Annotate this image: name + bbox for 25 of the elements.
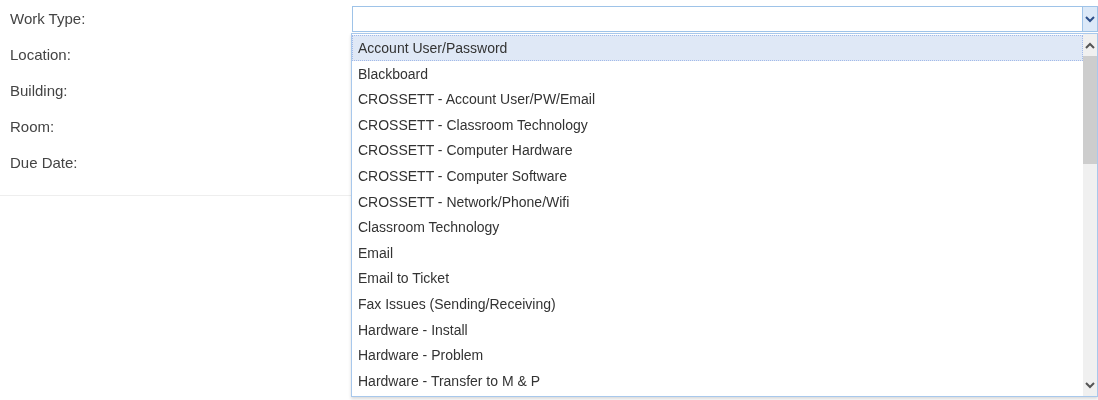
scroll-up-icon[interactable] <box>1085 41 1095 49</box>
dropdown-option[interactable]: Hardware - Transfer to M & P <box>352 367 1083 394</box>
field-label: Due Date: <box>10 153 78 173</box>
dropdown-option[interactable]: Account User/Password <box>352 35 1083 61</box>
dropdown-option[interactable]: Hardware - Install <box>352 316 1083 343</box>
chevron-down-icon[interactable] <box>1085 15 1095 23</box>
scroll-thumb[interactable] <box>1083 56 1097 164</box>
field-label: Work Type: <box>10 9 86 29</box>
field-label: Location: <box>10 45 71 65</box>
dropdown-option[interactable]: CROSSETT - Network/Phone/Wifi <box>352 188 1083 215</box>
dropdown-option[interactable]: CROSSETT - Account User/PW/Email <box>352 86 1083 112</box>
dropdown-option[interactable]: Blackboard <box>352 60 1083 87</box>
dropdown-option[interactable]: CROSSETT - Classroom Technology <box>352 111 1083 138</box>
dropdown-button[interactable] <box>1082 7 1097 31</box>
dropdown-option[interactable]: Hardware - Problem <box>352 342 1083 368</box>
dropdown-option[interactable]: Email to Ticket <box>352 265 1083 291</box>
dropdown-option[interactable]: Fax Issues (Sending/Receiving) <box>352 290 1083 317</box>
dropdown-option[interactable]: Email <box>352 239 1083 266</box>
dropdown-option[interactable]: Classroom Technology <box>352 214 1083 240</box>
dropdown-option[interactable]: CROSSETT - Computer Software <box>352 162 1083 189</box>
field-label: Room: <box>10 117 55 137</box>
scrollbar[interactable] <box>1083 34 1097 396</box>
dropdown-option[interactable]: CROSSETT - Computer Hardware <box>352 137 1083 163</box>
field-label: Building: <box>10 81 68 101</box>
scroll-down-icon[interactable] <box>1085 381 1095 389</box>
